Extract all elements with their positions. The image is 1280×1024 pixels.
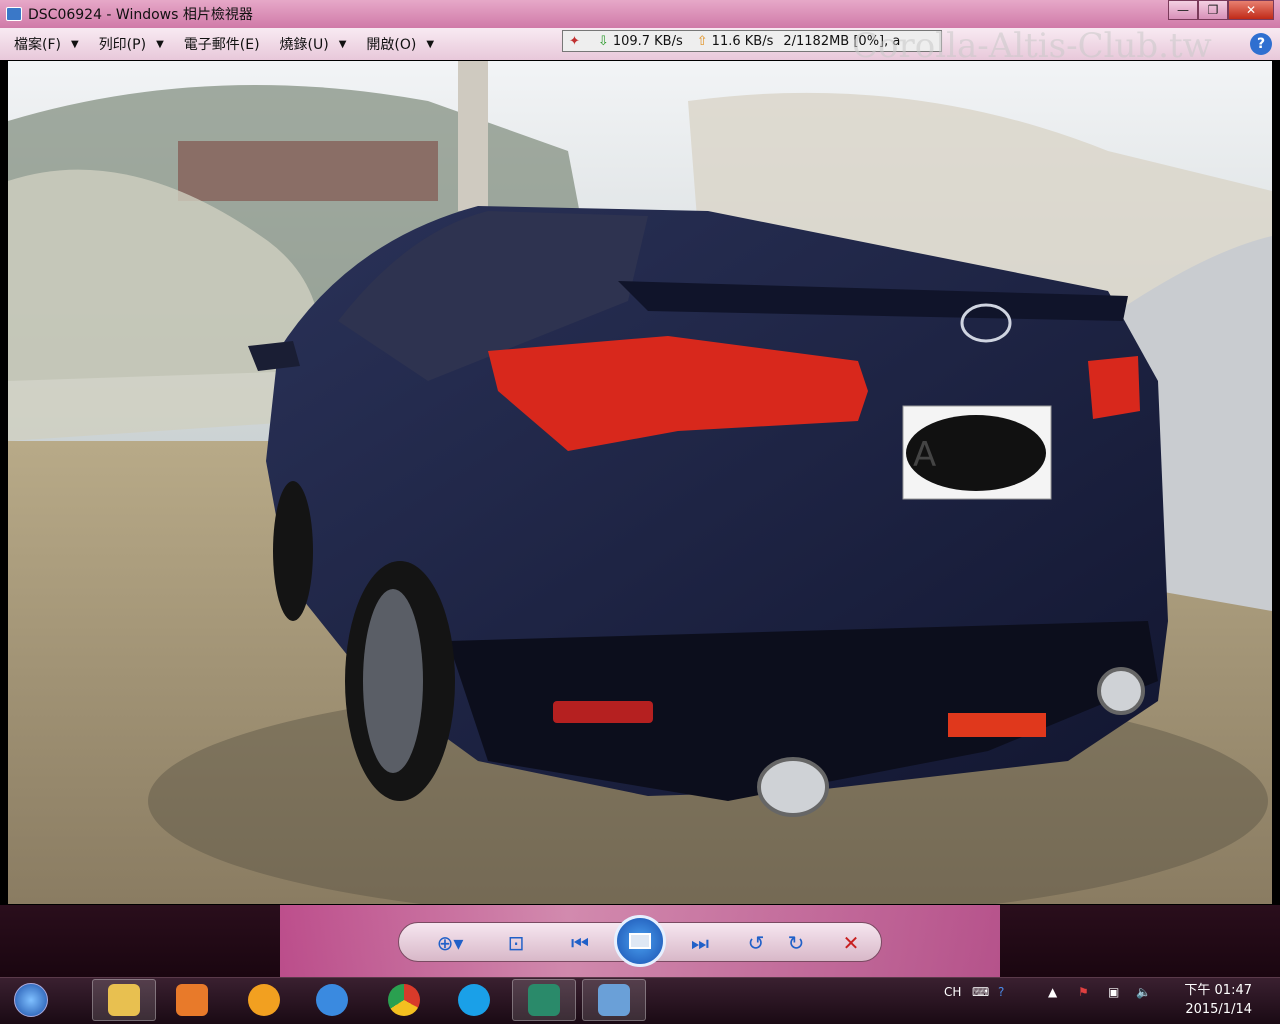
taskbar-chrome[interactable]: [372, 979, 436, 1021]
rotate-ccw-button[interactable]: ↺: [740, 926, 772, 960]
exhaust-tip-right: [1097, 667, 1145, 715]
taskbar-clock[interactable]: 下午 01:47 2015/1/14: [1184, 981, 1252, 1019]
zoom-button[interactable]: ⊕▾: [428, 926, 472, 960]
slideshow-icon: [629, 933, 651, 949]
taskbar-skype[interactable]: [442, 979, 506, 1021]
menu-open[interactable]: 開啟(O) ▼: [366, 34, 434, 54]
help-tray-icon[interactable]: ?: [998, 985, 1004, 999]
taskbar-explorer[interactable]: [92, 979, 156, 1021]
previous-button[interactable]: ⏮: [560, 926, 600, 960]
chevron-down-icon: ▼: [70, 38, 79, 50]
volume-icon[interactable]: 🔈: [1136, 985, 1151, 999]
chevron-down-icon: ▼: [156, 38, 164, 50]
messenger-icon: [248, 984, 280, 1016]
clock-date: 2015/1/14: [1185, 1002, 1252, 1017]
fit-window-button[interactable]: ⊡: [498, 926, 534, 960]
window-controls: — ❐ ✕: [1168, 0, 1274, 20]
menu-open-label: 開啟(O): [366, 37, 417, 53]
plate-text: A: [913, 435, 936, 475]
help-button[interactable]: ?: [1250, 33, 1272, 55]
slideshow-button[interactable]: [614, 915, 666, 967]
action-center-icon[interactable]: ⚑: [1078, 985, 1089, 999]
car-photo: A: [8, 61, 1272, 904]
show-hidden-icons-icon[interactable]: ▲: [1048, 985, 1057, 999]
keyboard-icon[interactable]: ⌨: [972, 985, 989, 999]
exhaust-tip-left: [757, 757, 829, 817]
folder-icon: [108, 984, 140, 1016]
next-button[interactable]: ⏭: [680, 926, 720, 960]
photo-viewer-icon: [598, 984, 630, 1016]
rotate-cw-button[interactable]: ↻: [780, 926, 812, 960]
download-arrow-icon: ⇩: [597, 33, 609, 49]
windows-logo-icon: [14, 983, 48, 1017]
photo-canvas: A: [8, 61, 1272, 904]
meter-icon: ✦: [569, 33, 580, 49]
clock-time: 下午 01:47: [1184, 983, 1252, 998]
front-tire: [273, 481, 313, 621]
menu-burn-label: 燒錄(U): [279, 37, 329, 53]
chevron-down-icon: ▼: [426, 38, 435, 50]
menu-email[interactable]: 電子郵件(E): [184, 34, 260, 54]
taskbar-photo-viewer[interactable]: [582, 979, 646, 1021]
rear-fog-light: [948, 713, 1046, 737]
upload-arrow-icon: ⇧: [696, 33, 708, 49]
menu-email-label: 電子郵件(E): [183, 37, 260, 53]
chrome-icon: [388, 984, 420, 1016]
photo-viewer-icon: [6, 7, 22, 21]
menu-print[interactable]: 列印(P) ▼: [99, 34, 164, 54]
start-button[interactable]: [6, 980, 56, 1020]
network-icon[interactable]: ▣: [1108, 985, 1119, 999]
chevron-down-icon: ▼: [338, 38, 347, 50]
download-speed: 109.7 KB/s: [612, 33, 683, 49]
menu-burn[interactable]: 燒錄(U) ▼: [280, 34, 347, 54]
taskbar-media-player[interactable]: [160, 979, 224, 1021]
window-title: DSC06924 - Windows 相片檢視器: [28, 7, 253, 23]
media-player-icon: [176, 984, 208, 1016]
minimize-button[interactable]: —: [1168, 0, 1198, 20]
menu-file[interactable]: 檔案(F) ▼: [14, 34, 79, 54]
watermark: Corolla-Altis-Club.tw: [852, 26, 1212, 66]
taskbar-app-feather[interactable]: [512, 979, 576, 1021]
taillight-right: [1088, 356, 1140, 419]
taskbar-ie[interactable]: [300, 979, 364, 1021]
upload-speed: 11.6 KB/s: [711, 33, 774, 49]
internet-explorer-icon: [316, 984, 348, 1016]
pole: [458, 61, 488, 211]
delete-button[interactable]: ✕: [834, 926, 868, 960]
rear-wheel-rim: [363, 589, 423, 773]
title-bar: DSC06924 - Windows 相片檢視器 — ❐ ✕: [0, 0, 1280, 28]
taskbar-messenger[interactable]: [232, 979, 296, 1021]
menu-file-label: 檔案(F): [14, 37, 61, 53]
skype-icon: [458, 984, 490, 1016]
menu-print-label: 列印(P): [98, 37, 147, 53]
feather-app-icon: [528, 984, 560, 1016]
close-button[interactable]: ✕: [1228, 0, 1274, 20]
tray-language[interactable]: CH: [944, 985, 961, 999]
reflector-left: [553, 701, 653, 723]
maximize-button[interactable]: ❐: [1198, 0, 1228, 20]
building: [178, 141, 438, 201]
